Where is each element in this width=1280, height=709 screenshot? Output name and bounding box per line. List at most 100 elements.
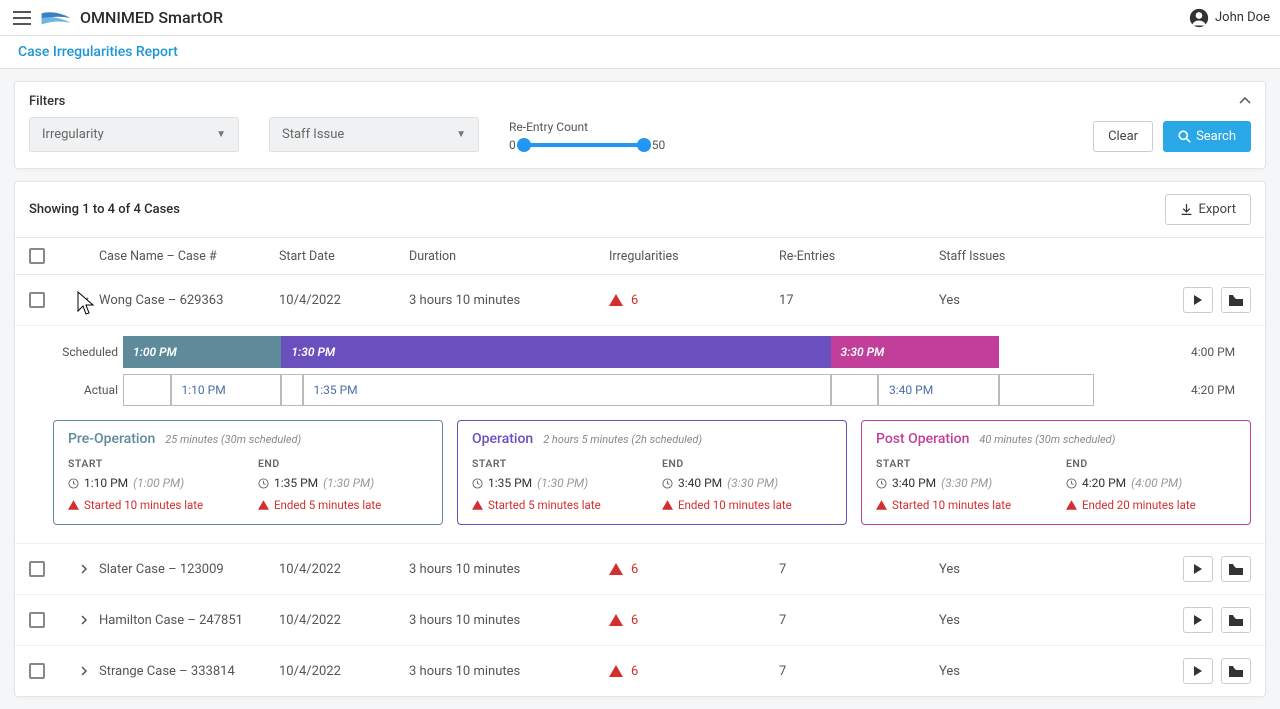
top-bar: OMNIMED SmartOR John Doe — [0, 0, 1280, 36]
play-icon — [1193, 295, 1203, 305]
play-button[interactable] — [1183, 607, 1213, 633]
app-title: OMNIMED SmartOR — [80, 8, 223, 27]
folder-button[interactable] — [1221, 287, 1251, 313]
hamburger-icon — [13, 11, 31, 25]
select-all-checkbox[interactable] — [29, 248, 45, 264]
cell-duration: 3 hours 10 minutes — [409, 293, 609, 308]
cell-case: Wong Case – 629363 — [99, 293, 279, 308]
col-case[interactable]: Case Name – Case # — [99, 249, 279, 264]
table-row: Slater Case – 123009 10/4/2022 3 hours 1… — [15, 544, 1265, 595]
irregularity-select[interactable]: Irregularity ▼ — [29, 117, 239, 152]
op-end-time: 3:40 PM (3:30 PM) — [662, 476, 832, 490]
actual-overrun-op — [831, 374, 879, 406]
preop-sub: 25 minutes (30m scheduled) — [165, 433, 301, 446]
actual-overrun-post — [999, 374, 1094, 406]
cell-reentries: 7 — [779, 664, 939, 679]
scheduled-post-segment: 3:30 PM — [831, 336, 1000, 368]
preop-end-time: 1:35 PM (1:30 PM) — [258, 476, 428, 490]
scheduled-op-segment: 1:30 PM — [281, 336, 830, 368]
play-button[interactable] — [1183, 556, 1213, 582]
results-count: Showing 1 to 4 of 4 Cases — [29, 202, 180, 217]
folder-button[interactable] — [1221, 556, 1251, 582]
col-reentry[interactable]: Re-Entries — [779, 249, 939, 264]
row-checkbox[interactable] — [29, 612, 45, 628]
reentry-slider[interactable]: Re-Entry Count 0 50 — [509, 120, 665, 152]
slider-track[interactable] — [524, 143, 644, 147]
play-button[interactable] — [1183, 287, 1213, 313]
warning-icon — [68, 500, 79, 510]
phase-card-preop: Pre-Operation 25 minutes (30m scheduled)… — [53, 420, 443, 525]
col-staff[interactable]: Staff Issues — [939, 249, 1151, 264]
row-details: Scheduled 1:00 PM 1:30 PM 3:30 PM 4:00 P… — [15, 326, 1265, 544]
table-row: Strange Case – 333814 10/4/2022 3 hours … — [15, 646, 1265, 696]
clock-icon — [876, 478, 887, 489]
cell-case: Slater Case – 123009 — [99, 562, 279, 577]
collapse-row-button[interactable] — [69, 296, 99, 304]
cell-reentries: 7 — [779, 562, 939, 577]
preop-title: Pre-Operation — [68, 431, 155, 447]
sub-header: Case Irregularities Report — [0, 36, 1280, 69]
chevron-down-icon: ▼ — [456, 129, 466, 140]
cell-start: 10/4/2022 — [279, 664, 409, 679]
timeline-actual: Actual 1:10 PM 1:35 PM 3:40 PM 4:20 PM — [53, 374, 1251, 406]
clock-icon — [258, 478, 269, 489]
op-title: Operation — [472, 431, 533, 447]
user-menu[interactable]: John Doe — [1189, 8, 1270, 28]
col-duration[interactable]: Duration — [409, 249, 609, 264]
results-panel: Showing 1 to 4 of 4 Cases Export Case Na… — [14, 181, 1266, 697]
expand-row-button[interactable] — [69, 564, 99, 574]
export-button[interactable]: Export — [1165, 194, 1251, 225]
chevron-down-icon — [79, 296, 89, 304]
slider-thumb-max[interactable] — [637, 138, 651, 152]
op-start-warning: Started 5 minutes late — [472, 498, 642, 512]
row-checkbox[interactable] — [29, 292, 45, 308]
folder-icon — [1229, 295, 1243, 306]
op-start-time: 1:35 PM (1:30 PM) — [472, 476, 642, 490]
hamburger-menu-button[interactable] — [10, 6, 34, 30]
scheduled-end-time: 4:00 PM — [1191, 345, 1251, 359]
warning-icon — [609, 665, 623, 677]
logo-block: OMNIMED SmartOR — [40, 8, 223, 27]
slider-thumb-min[interactable] — [517, 138, 531, 152]
cell-staff: Yes — [939, 613, 1151, 628]
irregularity-select-label: Irregularity — [42, 127, 104, 142]
cell-reentries: 17 — [779, 293, 939, 308]
search-button[interactable]: Search — [1163, 121, 1251, 152]
actual-delay-op — [281, 374, 302, 406]
chevron-down-icon: ▼ — [216, 129, 226, 140]
folder-icon — [1229, 615, 1243, 626]
folder-icon — [1229, 564, 1243, 575]
row-checkbox[interactable] — [29, 663, 45, 679]
clear-button[interactable]: Clear — [1093, 121, 1153, 152]
post-start-warning: Started 10 minutes late — [876, 498, 1046, 512]
filters-panel: Filters Irregularity ▼ Staff Issue ▼ Re-… — [14, 81, 1266, 169]
slider-max: 50 — [652, 138, 666, 152]
warning-icon — [609, 614, 623, 626]
scheduled-label: Scheduled — [53, 345, 123, 359]
folder-icon — [1229, 666, 1243, 677]
collapse-filters-button[interactable] — [1239, 94, 1251, 109]
row-checkbox[interactable] — [29, 561, 45, 577]
play-button[interactable] — [1183, 658, 1213, 684]
warning-icon — [662, 500, 673, 510]
actual-delay-preop — [123, 374, 171, 406]
end-label: END — [258, 457, 428, 470]
col-irreg[interactable]: Irregularities — [609, 249, 779, 264]
staff-issue-select[interactable]: Staff Issue ▼ — [269, 117, 479, 152]
timeline-scheduled: Scheduled 1:00 PM 1:30 PM 3:30 PM 4:00 P… — [53, 336, 1251, 368]
cell-duration: 3 hours 10 minutes — [409, 664, 609, 679]
cell-irregularities: 6 — [609, 664, 779, 679]
cell-staff: Yes — [939, 562, 1151, 577]
folder-button[interactable] — [1221, 658, 1251, 684]
start-label: START — [68, 457, 238, 470]
play-icon — [1193, 615, 1203, 625]
op-end-warning: Ended 10 minutes late — [662, 498, 832, 512]
table-row: Hamilton Case – 247851 10/4/2022 3 hours… — [15, 595, 1265, 646]
warning-icon — [609, 294, 623, 306]
col-start[interactable]: Start Date — [279, 249, 409, 264]
cursor-icon — [77, 291, 97, 317]
cell-irregularities: 6 — [609, 613, 779, 628]
expand-row-button[interactable] — [69, 615, 99, 625]
page-title: Case Irregularities Report — [18, 44, 178, 60]
folder-button[interactable] — [1221, 607, 1251, 633]
